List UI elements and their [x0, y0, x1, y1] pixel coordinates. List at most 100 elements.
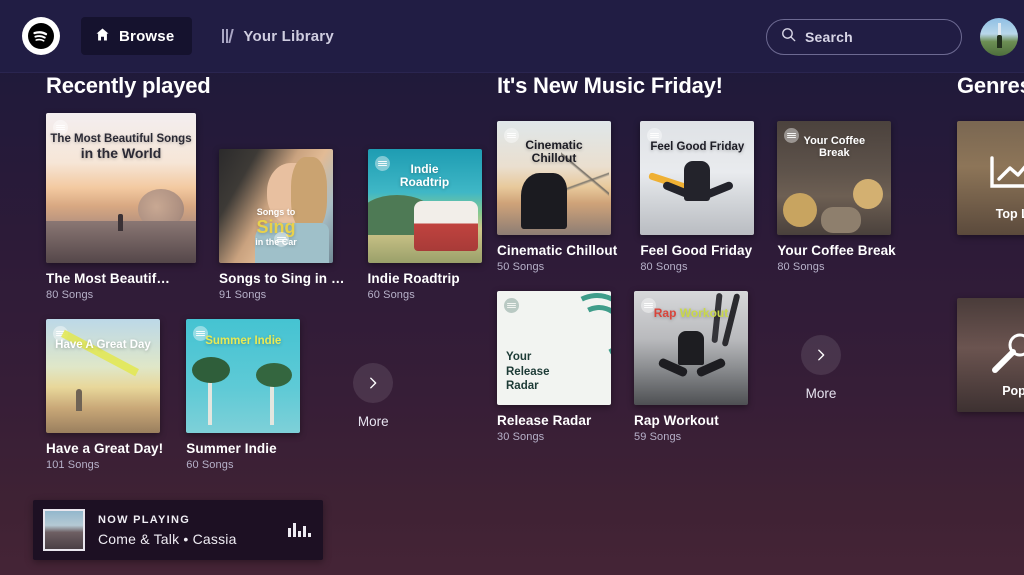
art-detail-palm-leaves: [192, 357, 231, 383]
album-art[interactable]: Rap Workout: [634, 291, 748, 405]
card-indie-roadtrip[interactable]: Indie Roadtrip Indie Roadtrip 60 Songs: [367, 149, 482, 301]
spotify-badge-icon: [504, 298, 519, 313]
chart-line-icon: [989, 155, 1024, 194]
album-art[interactable]: Cinematic Chillout: [497, 121, 611, 235]
album-art[interactable]: Songs to Sing in the Car: [219, 149, 333, 263]
album-art-overlay-text: Indie Roadtrip: [399, 162, 450, 190]
art-detail-palm-trunk: [270, 381, 275, 425]
album-art[interactable]: Indie Roadtrip: [367, 149, 482, 263]
microphone-icon: [987, 328, 1024, 383]
search-icon: [781, 27, 796, 47]
card-summer-indie[interactable]: Summer Indie Summer Indie 60 Songs: [186, 319, 301, 471]
album-art[interactable]: Pop: [957, 298, 1024, 412]
art-detail-person: [118, 214, 123, 231]
avatar[interactable]: [980, 18, 1018, 56]
card-subtitle: 91 Songs: [219, 289, 267, 301]
card-title: Have a Great Day!: [46, 441, 164, 456]
art-detail-ray: [61, 329, 139, 377]
equalizer-icon: [288, 523, 311, 537]
card-rap-workout[interactable]: Rap Workout Rap Workout 59 Songs: [634, 291, 748, 443]
card-subtitle: 80 Songs: [46, 289, 94, 301]
album-art-overlay-text: Rap Workout: [653, 306, 729, 320]
art-detail-figure: [684, 161, 711, 201]
now-playing-kicker: NOW PLAYING: [98, 513, 191, 526]
album-art[interactable]: Feel Good Friday: [640, 121, 755, 235]
art-detail-palm-leaves: [256, 363, 293, 387]
card-subtitle: 101 Songs: [46, 459, 100, 471]
card-the-most-beautiful-songs[interactable]: The Most Beautiful Songs in the World The…: [46, 113, 196, 301]
card-row: Your Release Radar Release Radar 30 Songs: [497, 291, 896, 443]
album-art[interactable]: Top Li: [957, 121, 1024, 235]
more-label: More: [357, 414, 389, 429]
card-have-a-great-day[interactable]: Have A Great Day Have a Great Day! 101 S…: [46, 319, 163, 471]
card-row: The Most Beautiful Songs in the World The…: [46, 113, 482, 301]
album-art[interactable]: Your Release Radar: [497, 291, 611, 405]
card-cinematic-chillout[interactable]: Cinematic Chillout Cinematic Chillout 50 …: [497, 121, 617, 273]
art-detail-shape: [783, 193, 818, 227]
album-art-overlay-text: Your Release Radar: [506, 351, 550, 392]
now-playing-text: NOW PLAYING Come & Talk • Cassia: [98, 514, 288, 547]
section-new-music-friday: It's New Music Friday! Cinematic Chillout…: [497, 73, 896, 443]
album-art-overlay-text: The Most Beautiful Songs in the World: [50, 133, 192, 161]
avatar-photo-figure: [996, 35, 1002, 48]
album-thumbnail: [43, 509, 85, 551]
now-playing-song: Come & Talk • Cassia: [98, 530, 237, 547]
card-pop[interactable]: Pop: [957, 298, 1024, 412]
card-feel-good-friday[interactable]: Feel Good Friday Feel Good Friday 80 Son…: [640, 121, 755, 273]
card-subtitle: 59 Songs: [634, 431, 682, 443]
top-navigation-bar: Browse Your Library Search: [0, 0, 1024, 73]
card-title: The Most Beautif…: [46, 271, 170, 286]
album-art[interactable]: The Most Beautiful Songs in the World: [46, 113, 196, 263]
now-playing-bar[interactable]: NOW PLAYING Come & Talk • Cassia: [33, 500, 323, 560]
nav-browse-button[interactable]: Browse: [81, 17, 193, 55]
library-icon: [222, 29, 235, 43]
section-title: Genres: [957, 73, 1024, 98]
spotify-logo-icon[interactable]: [22, 17, 60, 55]
card-title: Songs to Sing in …: [219, 271, 345, 286]
section-title: Recently played: [46, 73, 211, 98]
card-title: Feel Good Friday: [640, 243, 753, 258]
card-release-radar[interactable]: Your Release Radar Release Radar 30 Songs: [497, 291, 611, 443]
search-input[interactable]: Search: [766, 19, 962, 55]
art-detail-shape: [853, 179, 884, 209]
album-art[interactable]: Have A Great Day: [46, 319, 160, 433]
art-detail-palm-trunk: [208, 377, 213, 425]
card-row: Top Li: [957, 121, 1024, 235]
art-detail-van: [413, 201, 478, 251]
card-songs-to-sing-in-the-car[interactable]: Songs to Sing in the Car Songs to Sing in …: [219, 149, 345, 301]
card-subtitle: 30 Songs: [497, 431, 545, 443]
album-art[interactable]: Summer Indie: [186, 319, 301, 433]
more-button-new-music-friday[interactable]: More: [771, 291, 871, 401]
album-art[interactable]: Your Coffee Break: [777, 121, 892, 235]
album-art-overlay-text: Summer Indie: [205, 335, 282, 347]
card-row: Pop: [957, 298, 1024, 412]
genre-label: Pop: [1002, 384, 1024, 398]
album-art-overlay-text: Cinematic Chillout: [525, 138, 583, 166]
card-title: Release Radar: [497, 413, 592, 428]
nav-browse-label: Browse: [119, 27, 175, 45]
card-row: Have A Great Day Have a Great Day! 101 S…: [46, 319, 482, 471]
art-detail-silhouette: [521, 173, 567, 229]
card-subtitle: 60 Songs: [186, 459, 234, 471]
art-detail-shape: [821, 207, 862, 233]
album-art-overlay-text: Feel Good Friday: [650, 141, 745, 153]
card-top-lists[interactable]: Top Li: [957, 121, 1024, 235]
nav-your-library-button[interactable]: Your Library: [222, 17, 334, 55]
card-subtitle: 60 Songs: [367, 289, 415, 301]
section-title: It's New Music Friday!: [497, 73, 723, 98]
nav-your-library-label: Your Library: [243, 27, 334, 45]
search-placeholder: Search: [805, 29, 853, 45]
chevron-right-icon: [801, 335, 841, 375]
art-detail-figure: [678, 331, 704, 365]
more-button-recently-played[interactable]: More: [323, 319, 423, 429]
section-genres: Genres Top Li: [957, 73, 1024, 412]
card-title: Cinematic Chillout: [497, 243, 618, 258]
chevron-right-icon: [353, 363, 394, 403]
home-icon: [95, 27, 110, 46]
card-subtitle: 80 Songs: [777, 261, 825, 273]
card-row: Cinematic Chillout Cinematic Chillout 50 …: [497, 121, 896, 273]
album-art-overlay-text: Your Coffee Break: [803, 135, 866, 160]
card-your-coffee-break[interactable]: Your Coffee Break Your Coffee Break 80 So…: [777, 121, 896, 273]
spotify-badge-icon: [274, 232, 289, 247]
card-title: Summer Indie: [186, 441, 277, 456]
